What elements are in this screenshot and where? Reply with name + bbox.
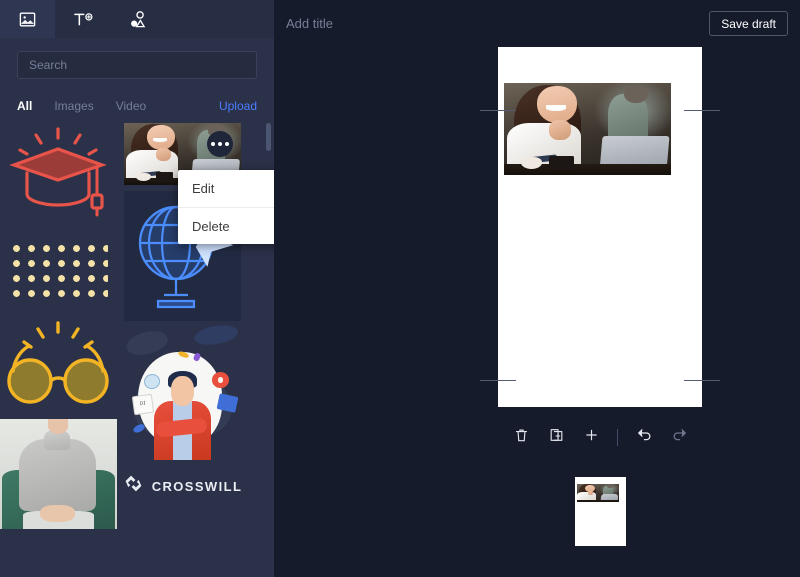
tab-elements[interactable] xyxy=(110,0,165,38)
filter-images[interactable]: Images xyxy=(54,99,93,113)
media-item-graduation-cap[interactable] xyxy=(0,123,117,223)
duplicate-icon xyxy=(549,427,564,448)
woman-laptop-photo xyxy=(504,83,671,175)
image-icon xyxy=(18,10,37,29)
context-menu-item-edit[interactable]: Edit xyxy=(178,170,274,207)
crosswill-mark-icon xyxy=(124,473,144,499)
alignment-guide-bottom-right xyxy=(684,380,720,381)
undo-button[interactable] xyxy=(633,426,655,448)
duplicate-page-button[interactable] xyxy=(545,426,567,448)
media-scrollbar-thumb[interactable] xyxy=(266,123,271,151)
canvas-area xyxy=(274,47,800,577)
toolbar-divider xyxy=(617,428,618,446)
undo-icon xyxy=(636,427,653,448)
glasses-illustration xyxy=(0,315,117,415)
dot xyxy=(225,142,229,146)
filter-video[interactable]: Video xyxy=(116,99,146,113)
save-draft-button[interactable]: Save draft xyxy=(709,11,788,36)
media-context-menu: Edit Delete xyxy=(178,170,274,244)
alignment-guide-top-right xyxy=(684,110,720,111)
media-item-dot-pattern[interactable] xyxy=(0,228,117,311)
search-input[interactable] xyxy=(17,51,257,79)
canvas-toolbar xyxy=(498,422,702,452)
dot-pattern-illustration xyxy=(0,228,117,311)
tab-text[interactable] xyxy=(55,0,110,38)
delete-page-button[interactable] xyxy=(510,426,532,448)
crosswill-logo: CROSSWILL xyxy=(124,464,241,508)
document-title-input[interactable] xyxy=(286,16,536,31)
media-item-man-thinking[interactable]: 01 xyxy=(124,325,241,460)
plus-icon xyxy=(584,427,599,448)
alignment-guide-top-left xyxy=(480,110,516,111)
tab-media[interactable] xyxy=(0,0,55,38)
search-container xyxy=(0,38,274,79)
dot xyxy=(211,142,215,146)
woman-sweater-photo xyxy=(0,419,117,529)
page-thumbnail-strip xyxy=(498,477,702,546)
canvas-image-element[interactable] xyxy=(504,83,671,175)
page-canvas[interactable] xyxy=(498,47,702,407)
alignment-guide-bottom-left xyxy=(480,380,516,381)
text-add-icon xyxy=(72,10,94,29)
page-thumbnail[interactable] xyxy=(574,477,626,546)
filter-all[interactable]: All xyxy=(17,99,32,113)
sidebar-tabbar xyxy=(0,0,274,38)
thumbnail-image-element xyxy=(576,484,619,502)
man-thinking-illustration: 01 xyxy=(124,325,241,460)
media-item-options-button[interactable] xyxy=(207,131,233,157)
media-item-glasses[interactable] xyxy=(0,315,117,415)
design-editor-app: All Images Video Upload xyxy=(0,0,800,577)
graduation-cap-illustration xyxy=(0,123,117,223)
editor-topbar: Save draft xyxy=(274,0,800,47)
context-menu-item-delete[interactable]: Delete xyxy=(178,207,274,244)
dot xyxy=(218,142,222,146)
redo-icon xyxy=(671,427,688,448)
media-sidebar: All Images Video Upload xyxy=(0,0,274,577)
shapes-icon xyxy=(128,10,148,29)
media-item-woman-sweater[interactable] xyxy=(0,419,117,529)
redo-button[interactable] xyxy=(668,426,690,448)
media-item-crosswill-logo[interactable]: CROSSWILL xyxy=(124,464,241,508)
woman-laptop-photo xyxy=(576,484,619,502)
media-filter-tabs: All Images Video Upload xyxy=(0,89,274,123)
trash-icon xyxy=(514,427,529,448)
upload-link[interactable]: Upload xyxy=(219,99,257,113)
crosswill-logo-text: CROSSWILL xyxy=(151,478,241,494)
add-page-button[interactable] xyxy=(580,426,602,448)
